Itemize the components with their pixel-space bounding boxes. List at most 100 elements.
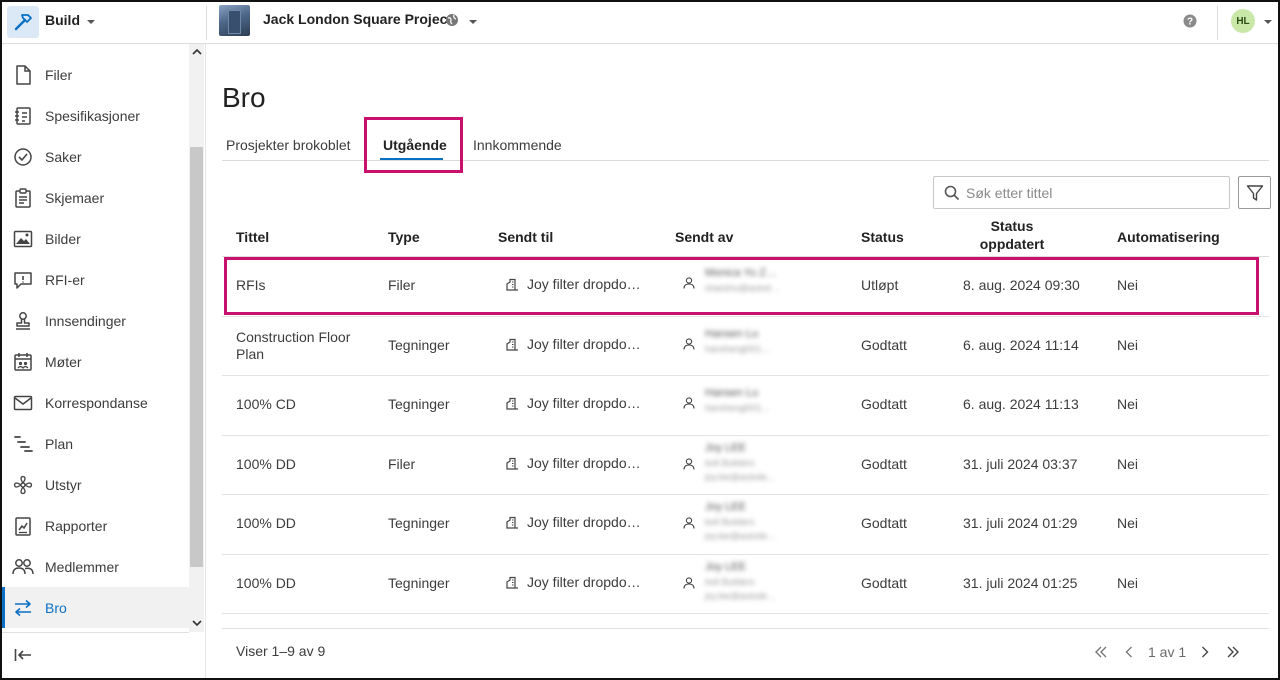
column-header-tittel[interactable]: Tittel: [236, 228, 269, 246]
table-row[interactable]: RFIs Filer Joy filter dropdo… Monica Yu …: [222, 257, 1269, 317]
tab-innkommende[interactable]: Innkommende: [473, 137, 562, 153]
sender-email: joy.lee@autode…: [705, 471, 777, 482]
pagination-total: 9: [317, 643, 326, 659]
sidebar-item-plan[interactable]: Plan: [2, 423, 189, 464]
sidebar-item-label: Spesifikasjoner: [45, 107, 140, 124]
sidebar-item-bilder[interactable]: Bilder: [2, 218, 189, 259]
sidebar-item-korrespondanse[interactable]: Korrespondanse: [2, 382, 189, 423]
table-row[interactable]: Construction Floor Plan Tegninger Joy fi…: [222, 317, 1269, 376]
divider: [222, 628, 1269, 629]
column-header-status[interactable]: Status: [861, 228, 904, 246]
cell-tittel[interactable]: 100% DD: [236, 515, 296, 532]
search-field[interactable]: [933, 176, 1230, 209]
globe-icon: [446, 14, 458, 26]
chevron-down-icon[interactable]: [86, 19, 96, 25]
sidebar-item-saker[interactable]: Saker: [2, 136, 189, 177]
table-row[interactable]: 100% DD Filer Joy filter dropdo… Joy LEE…: [222, 436, 1269, 495]
table-row[interactable]: 100% DD Tegninger Joy filter dropdo… Joy…: [222, 495, 1269, 555]
sender-name: Hansen Lu: [705, 327, 759, 340]
recipient-name: Joy filter dropdo…: [527, 395, 641, 411]
recipient-name: Joy filter dropdo…: [527, 573, 641, 590]
column-header-status-oppdatert[interactable]: Status oppdatert: [952, 217, 1072, 253]
cell-automatisering: Nei: [1117, 515, 1139, 531]
project-name[interactable]: Jack London Square Project: [263, 11, 452, 27]
first-page-icon[interactable]: [1092, 643, 1110, 661]
column-header-type[interactable]: Type: [388, 228, 420, 246]
cell-status: Godtatt: [861, 396, 907, 412]
sidebar-scrollbar-thumb[interactable]: [190, 147, 203, 567]
sender-info: Monica Yu Z… shaoshu@autod…: [705, 267, 780, 294]
sidebar-item-rfi-er[interactable]: RFI-er: [2, 259, 189, 300]
column-header-sendt-av[interactable]: Sendt av: [675, 228, 733, 246]
chevron-down-icon[interactable]: [1263, 19, 1273, 25]
divider: [2, 632, 189, 633]
collapse-sidebar-icon[interactable]: [14, 648, 32, 662]
sidebar-item-innsendinger[interactable]: Innsendinger: [2, 300, 189, 341]
correspondence-mail-icon: [12, 392, 34, 414]
help-icon[interactable]: ?: [1183, 14, 1197, 28]
sidebar-item-utstyr[interactable]: Utstyr: [2, 464, 189, 505]
cell-sendt-til: Joy filter dropdo…: [506, 574, 641, 591]
sender-detail: shaoshu@autod…: [705, 283, 780, 293]
sender-detail: hanshengl001…: [705, 343, 771, 354]
app-name[interactable]: Build: [45, 12, 80, 28]
table-row[interactable]: 100% DD Tegninger Joy filter dropdo… Joy…: [222, 555, 1269, 614]
sidebar-item-rapporter[interactable]: Rapporter: [2, 505, 189, 546]
cell-status: Godtatt: [861, 574, 907, 591]
schedule-plan-icon: [12, 433, 34, 455]
search-input[interactable]: [966, 183, 1221, 203]
app-window: Build Jack London Square Project ? HL Fi…: [0, 0, 1280, 680]
forms-clipboard-icon: [12, 187, 34, 209]
sender-info: Joy LEE bolt Builders joy.lee@autode…: [705, 501, 776, 542]
issues-check-icon: [12, 146, 34, 168]
cell-status-oppdatert: 31. juli 2024 03:37: [963, 455, 1078, 472]
next-page-icon[interactable]: [1196, 643, 1214, 661]
company-building-icon: [506, 338, 518, 351]
table-row[interactable]: 100% CD Tegninger Joy filter dropdo… Han…: [222, 376, 1269, 436]
sidebar-item-filer[interactable]: Filer: [2, 54, 189, 95]
chevron-down-icon[interactable]: [468, 19, 478, 25]
sidebar-item-skjemaer[interactable]: Skjemaer: [2, 177, 189, 218]
sidebar-item-spesifikasjoner[interactable]: Spesifikasjoner: [2, 95, 189, 136]
chevron-down-icon[interactable]: [192, 620, 202, 627]
sender-info: Hansen Lu hanshengl001…: [705, 328, 771, 355]
cell-sendt-av: Hansen Lu hanshengl001…: [683, 387, 771, 414]
build-hammer-icon[interactable]: [7, 6, 39, 38]
chevron-up-icon[interactable]: [192, 48, 202, 55]
sidebar-item-label: Rapporter: [45, 517, 108, 534]
cell-tittel[interactable]: Construction Floor Plan: [236, 329, 356, 363]
column-header-sendt-til[interactable]: Sendt til: [498, 228, 553, 246]
filter-funnel-icon: [1246, 184, 1263, 201]
meetings-calendar-icon: [12, 351, 34, 373]
cell-status: Godtatt: [861, 515, 907, 531]
sidebar-item-moter[interactable]: Møter: [2, 341, 189, 382]
previous-page-icon[interactable]: [1120, 643, 1138, 661]
user-avatar[interactable]: HL: [1231, 9, 1255, 33]
filter-button[interactable]: [1238, 176, 1271, 209]
table-header: Tittel Type Sendt til Sendt av Status St…: [222, 216, 1269, 257]
sidebar-item-label: Skjemaer: [45, 189, 105, 206]
bridge-arrows-icon: [12, 597, 34, 619]
sidebar-item-medlemmer[interactable]: Medlemmer: [2, 546, 189, 587]
sender-name: Joy LEE: [705, 560, 746, 573]
last-page-icon[interactable]: [1224, 643, 1242, 661]
sidebar-item-label: Innsendinger: [45, 312, 126, 329]
cell-automatisering: Nei: [1117, 574, 1139, 591]
sidebar-item-bro[interactable]: Bro: [2, 587, 189, 628]
sender-company: bolt Builders: [705, 576, 755, 587]
cell-tittel[interactable]: 100% CD: [236, 396, 296, 413]
recipient-name: Joy filter dropdo…: [527, 454, 641, 471]
tab-prosjekter-brokoblet[interactable]: Prosjekter brokoblet: [226, 137, 351, 153]
cell-sendt-av: Hansen Lu hanshengl001…: [683, 328, 771, 355]
cell-tittel[interactable]: RFIs: [236, 277, 266, 294]
divider: [206, 6, 207, 40]
project-thumbnail[interactable]: [219, 5, 250, 36]
cell-tittel[interactable]: 100% DD: [236, 575, 296, 592]
column-header-automatisering[interactable]: Automatisering: [1117, 228, 1220, 246]
recipient-name: Joy filter dropdo…: [527, 276, 641, 292]
sender-company: bolt Builders: [705, 517, 755, 527]
cell-tittel[interactable]: 100% DD: [236, 456, 296, 473]
user-icon: [683, 277, 695, 289]
photos-icon: [12, 228, 34, 250]
sender-info: Joy LEE bolt Builders joy.lee@autode…: [705, 561, 776, 602]
